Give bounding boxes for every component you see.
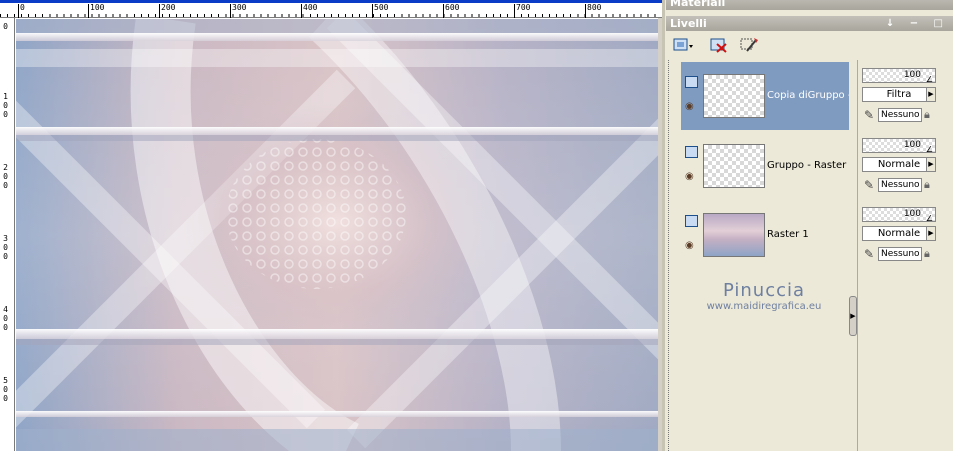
ruler-label: 0 [3,394,8,403]
chevron-right-icon[interactable]: ▶ [926,157,936,172]
new-layer-icon [673,38,693,51]
layer-name: Gruppo - Raster 2 [767,160,849,171]
brush-icon: ✎ [864,178,875,192]
mask-row: ✎ Nessuno 🔒︎ [862,177,952,193]
layers-toolbar [668,34,953,58]
layer-type-icon [685,215,698,227]
opacity-value: 100 [903,70,921,80]
ruler-label: 0 [3,252,8,261]
layer-properties: 100 ∠ Normale ▶ ✎ Nessuno 🔒︎ [862,130,952,196]
watermark-url: www.maidiregrafica.eu [706,301,822,312]
new-layer-button[interactable] [670,36,696,56]
chevron-right-icon[interactable]: ▶ [926,226,936,241]
horizontal-ruler: 0 100 200 300 400 500 600 700 800 [0,0,662,18]
vertical-ruler: 0 1 0 0 2 0 0 3 0 0 4 0 0 5 0 0 [0,18,15,451]
layer-row[interactable]: ◉ Gruppo - Raster 2 [681,132,849,200]
layers-list: ◉ Copia diGruppo - Ra ◉ Gruppo - Raster … [668,60,849,451]
opacity-value: 100 [903,140,921,150]
visibility-eye-icon[interactable]: ◉ [685,102,699,112]
ruler-label: 200 [159,4,175,18]
canvas-area: 0 100 200 300 400 500 600 700 800 0 1 0 … [0,0,662,451]
ruler-label: 0 [3,314,8,323]
ruler-label: 500 [372,4,388,18]
lock-icon[interactable]: 🔒︎ [924,108,930,122]
ruler-label: 5 [3,376,8,385]
ruler-label: 4 [3,305,8,314]
mask-row: ✎ Nessuno 🔒︎ [862,107,952,123]
visibility-eye-icon[interactable]: ◉ [685,241,699,251]
opacity-slider[interactable]: 100 ∠ [862,207,936,223]
ruler-label: 400 [301,4,317,18]
canvas-image[interactable] [16,19,658,451]
ruler-label: 800 [585,4,601,18]
ruler-label: 700 [514,4,530,18]
slider-handle-icon: ∠ [925,214,933,223]
mask-select[interactable]: Nessuno [878,247,922,261]
ruler-label: 2 [3,163,8,172]
ruler-label: 0 [3,22,8,31]
chevron-right-icon[interactable]: ▶ [926,87,936,102]
mask-select[interactable]: Nessuno [878,108,922,122]
opacity-slider[interactable]: 100 ∠ [862,68,936,84]
brush-icon: ✎ [864,108,875,122]
ruler-label: 3 [3,234,8,243]
blend-mode-select[interactable]: Filtra [862,87,936,102]
ruler-label: 0 [18,4,25,18]
ruler-label: 100 [88,4,104,18]
ruler-label: 0 [3,243,8,252]
opacity-value: 100 [903,209,921,219]
layer-name: Copia diGruppo - Ra [767,90,849,101]
lock-icon[interactable]: 🔒︎ [924,178,930,192]
brush-icon: ✎ [864,247,875,261]
opacity-slider[interactable]: 100 ∠ [862,138,936,154]
layer-properties: 100 ∠ Filtra ▶ ✎ Nessuno 🔒︎ [862,60,952,126]
watermark-name: Pinuccia [722,280,806,301]
ruler-label: 0 [3,172,8,181]
ruler-label: 0 [3,110,8,119]
edit-layer-button[interactable] [738,36,760,56]
watermark: Pinuccia www.maidiregrafica.eu [694,280,834,312]
ruler-label: 0 [3,385,8,394]
slider-handle-icon: ∠ [925,75,933,84]
layer-thumbnail [703,213,765,257]
materials-panel-title: Materiali [666,0,953,10]
layer-type-icon [685,76,698,88]
mask-select[interactable]: Nessuno [878,178,922,192]
delete-layer-icon [710,38,727,53]
delete-layer-button[interactable] [708,36,730,56]
layer-row[interactable]: ◉ Copia diGruppo - Ra [681,62,849,130]
visibility-eye-icon[interactable]: ◉ [685,172,699,182]
slider-handle-icon: ∠ [925,145,933,154]
ruler-label: 0 [3,101,8,110]
edit-icon [740,38,758,52]
layer-properties: 100 ∠ Normale ▶ ✎ Nessuno 🔒︎ [862,199,952,265]
layer-type-icon [685,146,698,158]
layer-thumbnail [703,74,765,118]
panel-window-icons[interactable]: ↓ − □ [886,16,949,31]
mask-row: ✎ Nessuno 🔒︎ [862,246,952,262]
layer-row[interactable]: ◉ Raster 1 [681,201,849,269]
artwork [16,19,658,451]
layers-panel-title: Livelli ↓ − □ [666,16,953,31]
ruler-label: 1 [3,92,8,101]
ruler-label: 600 [443,4,459,18]
blend-mode-select[interactable]: Normale [862,157,936,172]
ruler-label: 0 [3,181,8,190]
panel-splitter-handle[interactable]: ▶ [849,296,857,336]
layer-properties-column: 100 ∠ Filtra ▶ ✎ Nessuno 🔒︎ 100 ∠ Normal… [857,60,953,451]
lock-icon[interactable]: 🔒︎ [924,247,930,261]
layer-thumbnail [703,144,765,188]
blend-mode-select[interactable]: Normale [862,226,936,241]
ruler-label: 0 [3,323,8,332]
materials-title-text: Materiali [670,0,726,9]
ruler-label: 300 [230,4,246,18]
layer-name: Raster 1 [767,229,809,240]
layers-title-text: Livelli [670,17,707,30]
